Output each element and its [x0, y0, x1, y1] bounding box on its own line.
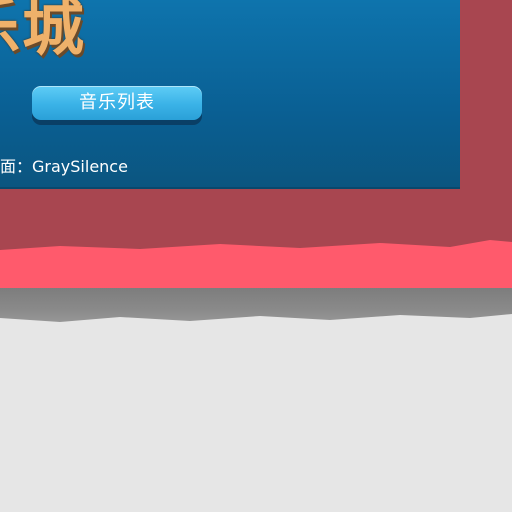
credit-prefix: 界面：	[0, 157, 33, 176]
banner-title: 乐城	[0, 0, 87, 64]
torn-edge-band	[0, 240, 512, 292]
screen: 乐城 音乐列表 界面：GraySilence	[0, 0, 512, 512]
torn-edge-shadow	[0, 288, 512, 322]
banner-panel: 乐城 音乐列表 界面：GraySilence	[0, 0, 460, 189]
credit-line: 界面：GraySilence	[0, 156, 128, 178]
credit-author: GraySilence	[32, 157, 128, 176]
music-list-button[interactable]: 音乐列表	[32, 86, 202, 120]
